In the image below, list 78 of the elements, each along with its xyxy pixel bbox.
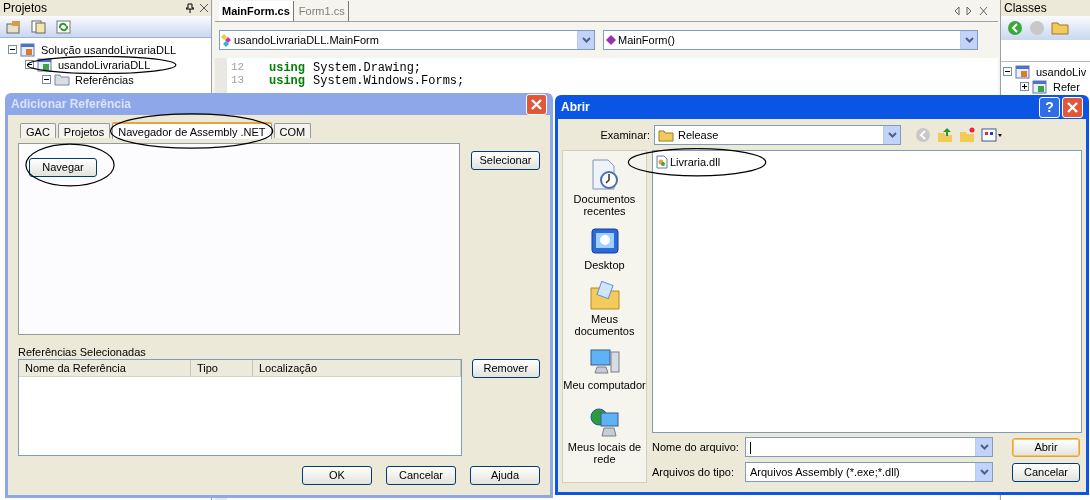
places-item[interactable]: Desktop bbox=[562, 227, 647, 271]
dialog-tab[interactable]: GAC bbox=[20, 123, 56, 138]
code-text: System.Drawing; bbox=[313, 59, 422, 75]
editor-tab[interactable]: Form1.cs bbox=[295, 1, 349, 21]
browse-button[interactable]: Navegar bbox=[29, 157, 97, 177]
dll-file-icon bbox=[656, 155, 668, 170]
places-item[interactable]: Documentos recentes bbox=[562, 159, 647, 217]
close-button[interactable] bbox=[526, 93, 547, 115]
filename-field[interactable] bbox=[745, 437, 993, 457]
places-item[interactable]: Meus locais de rede bbox=[562, 407, 647, 465]
filetype-label: Arquivos do tipo: bbox=[652, 464, 735, 480]
column-header[interactable]: Tipo bbox=[191, 360, 253, 376]
dialog-tab[interactable]: COM bbox=[273, 123, 312, 138]
column-header[interactable]: Nome da Referência bbox=[19, 360, 191, 376]
remove-button[interactable]: Remover bbox=[471, 359, 540, 378]
type-dropdown[interactable]: usandoLivrariaDLL.MainForm bbox=[219, 30, 595, 50]
folder-icon bbox=[658, 128, 674, 142]
collapse-icon[interactable] bbox=[1003, 67, 1012, 76]
dialog-tab[interactable]: Navegador de Assembly .NET bbox=[112, 122, 272, 139]
class-icon bbox=[220, 33, 234, 47]
member-dropdown[interactable]: MainForm() bbox=[603, 30, 978, 50]
filetype-dropdown[interactable]: Arquivos Assembly (*.exe;*.dll) bbox=[745, 462, 993, 482]
collapse-icon[interactable] bbox=[25, 60, 34, 69]
close-icon bbox=[531, 98, 542, 110]
folder-icon[interactable] bbox=[1051, 20, 1069, 36]
network-icon bbox=[588, 407, 621, 439]
refresh-icon[interactable] bbox=[56, 19, 71, 34]
filename-label: Nome do arquivo: bbox=[652, 439, 740, 455]
collapse-icon[interactable] bbox=[42, 75, 51, 84]
cancel-button[interactable]: Cancelar bbox=[1012, 462, 1080, 482]
open-button[interactable]: Abrir bbox=[1012, 437, 1080, 457]
collapse-icon[interactable] bbox=[8, 45, 17, 54]
dialog-title: Adicionar Referência bbox=[11, 96, 132, 113]
scroll-arrows-icon[interactable] bbox=[954, 7, 988, 15]
places-item[interactable]: Meus documentos bbox=[562, 281, 647, 337]
new-folder-icon[interactable] bbox=[959, 127, 975, 143]
dialog-tab[interactable]: Projetos bbox=[57, 123, 111, 138]
code-text: System.Windows.Forms; bbox=[313, 73, 465, 90]
help-button[interactable]: ? bbox=[1039, 96, 1060, 118]
places-item[interactable]: Meu computador bbox=[562, 347, 647, 391]
line-number: 12 bbox=[230, 60, 246, 76]
properties-icon[interactable] bbox=[6, 19, 21, 34]
show-files-icon[interactable] bbox=[31, 19, 46, 34]
dialog-button[interactable]: Ajuda bbox=[470, 466, 540, 485]
computer-icon bbox=[588, 347, 621, 377]
pin-icon[interactable] bbox=[186, 3, 194, 13]
up-folder-icon[interactable] bbox=[937, 127, 953, 143]
back-icon[interactable] bbox=[1007, 20, 1023, 36]
panel-title: Classes bbox=[1004, 1, 1047, 15]
panel-title: Projetos bbox=[3, 0, 48, 17]
column-header[interactable]: Localização bbox=[253, 360, 461, 376]
select-button[interactable]: Selecionar bbox=[471, 150, 540, 170]
close-icon[interactable] bbox=[200, 4, 208, 12]
tree-item[interactable]: Refer bbox=[1051, 79, 1082, 94]
project-icon bbox=[1032, 79, 1048, 94]
section-label: Referências Selecionadas bbox=[18, 345, 147, 359]
tree-item[interactable]: Referências bbox=[73, 72, 136, 87]
close-icon bbox=[1067, 101, 1078, 113]
desktop-icon bbox=[589, 227, 620, 257]
expand-icon[interactable] bbox=[1020, 82, 1029, 91]
editor-tab[interactable]: MainForm.cs bbox=[219, 1, 294, 21]
dialog-button[interactable]: OK bbox=[302, 466, 372, 485]
code-keyword: using bbox=[269, 73, 305, 90]
view-menu-icon[interactable] bbox=[981, 128, 1003, 142]
dialog-button[interactable]: Cancelar bbox=[386, 466, 456, 485]
look-in-dropdown[interactable]: Release bbox=[654, 125, 901, 145]
dialog-title: Abrir bbox=[561, 99, 590, 116]
tree-item[interactable]: Solução usandoLivrariaDLL bbox=[39, 42, 179, 57]
close-button[interactable] bbox=[1062, 96, 1083, 118]
code-keyword: using bbox=[269, 59, 305, 75]
clock-document-icon bbox=[589, 159, 620, 191]
project-icon bbox=[1015, 64, 1031, 79]
look-in-label: Examinar: bbox=[599, 127, 650, 143]
project-icon bbox=[20, 42, 36, 57]
tree-item[interactable]: usandoLiv bbox=[1034, 64, 1089, 79]
method-icon bbox=[604, 34, 618, 46]
line-number: 13 bbox=[230, 73, 246, 89]
folder-icon bbox=[588, 281, 621, 311]
